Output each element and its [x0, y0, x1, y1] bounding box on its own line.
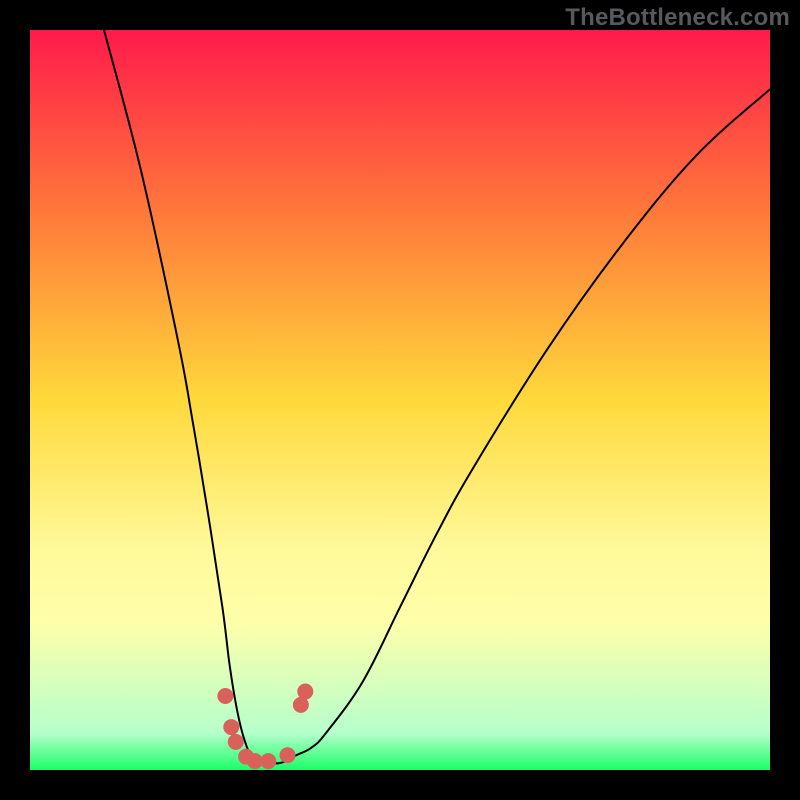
- data-marker: [260, 753, 276, 769]
- data-marker: [217, 688, 233, 704]
- gradient-background: [30, 30, 770, 770]
- bottleneck-chart: [30, 30, 770, 770]
- data-marker: [280, 747, 296, 763]
- data-marker: [223, 719, 239, 735]
- watermark-text: TheBottleneck.com: [565, 4, 790, 32]
- outer-frame: TheBottleneck.com: [0, 0, 800, 800]
- data-marker: [297, 684, 313, 700]
- data-marker: [228, 734, 244, 750]
